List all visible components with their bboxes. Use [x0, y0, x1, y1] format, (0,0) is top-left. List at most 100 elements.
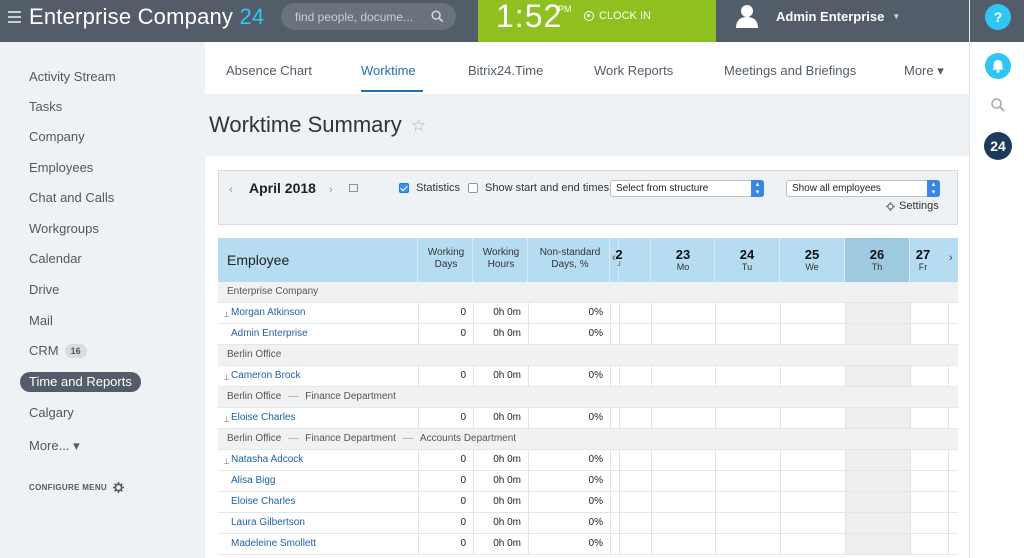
day-header-26: 26 — [869, 247, 885, 262]
bell-icon — [992, 60, 1004, 73]
table-row: Alisa Bigg 0 0h 0m 0% — [218, 471, 958, 492]
search-icon[interactable] — [990, 97, 1006, 113]
table-header: Employee Working Days Working Hours Non-… — [218, 238, 958, 282]
next-month-button[interactable]: › — [329, 184, 333, 196]
tab-absence-chart[interactable]: Absence Chart — [226, 63, 312, 78]
month-label: April 2018 — [249, 180, 316, 196]
sidebar: Activity Stream Tasks Company Employees … — [0, 42, 205, 558]
working-days-cell: 0 — [418, 513, 473, 533]
working-days-cell: 0 — [418, 408, 473, 428]
gear-icon — [886, 201, 895, 211]
table-row: ⊥ Morgan Atkinson 0 0h 0m 0% — [218, 303, 958, 324]
day-header-24: 24 — [739, 247, 755, 262]
right-panel: ? 24 — [969, 0, 1024, 558]
brand-logo[interactable]: Enterprise Company 24 — [29, 4, 264, 30]
tab-meetings-and-briefings[interactable]: Meetings and Briefings — [724, 63, 856, 78]
nonstandard-cell: 0% — [528, 408, 610, 428]
working-hours-cell: 0h 0m — [473, 534, 528, 554]
working-days-cell: 0 — [418, 450, 473, 470]
user-menu[interactable]: Admin Enterprise ▼ — [736, 3, 900, 29]
settings-button[interactable]: Settings — [886, 200, 939, 212]
day-name-fr: Fr — [918, 262, 928, 272]
clock-in-icon — [584, 11, 594, 21]
configure-menu-button[interactable]: CONFIGURE MENU — [29, 482, 124, 493]
chevron-down-icon: ▼ — [892, 11, 901, 21]
sidebar-item-tasks[interactable]: Tasks — [29, 97, 62, 117]
sidebar-item-more[interactable]: More... ▾ — [29, 436, 80, 456]
sidebar-item-time-and-reports[interactable]: Time and Reports — [20, 372, 141, 392]
pin-icon: ⊥ — [223, 310, 230, 319]
day-header-partial: 2 — [615, 247, 623, 262]
prev-month-button[interactable]: ‹ — [229, 184, 233, 196]
sidebar-item-calendar[interactable]: Calendar — [29, 249, 82, 269]
bitrix24-button[interactable]: 24 — [984, 132, 1012, 160]
sidebar-item-activity-stream[interactable]: Activity Stream — [29, 67, 116, 87]
working-hours-cell: 0h 0m — [473, 450, 528, 470]
select-arrows-icon: ▴ ▾ — [751, 180, 764, 197]
tab-bitrix24-time[interactable]: Bitrix24.Time — [468, 63, 543, 78]
structure-select[interactable]: Select from structure ▴ ▾ — [610, 180, 764, 197]
star-icon[interactable]: ☆ — [411, 116, 426, 136]
working-hours-cell: 0h 0m — [473, 303, 528, 323]
working-days-cell: 0 — [418, 303, 473, 323]
gear-icon — [112, 482, 124, 493]
employees-select[interactable]: Show all employees ▴ ▾ — [786, 180, 940, 197]
show-times-checkbox[interactable] — [468, 183, 478, 193]
sidebar-item-calgary[interactable]: Calgary — [29, 403, 74, 423]
user-avatar-icon — [736, 5, 758, 28]
search-input[interactable] — [295, 8, 425, 25]
notifications-button[interactable] — [985, 53, 1011, 79]
table-row: Admin Enterprise 0 0h 0m 0% — [218, 324, 958, 345]
nonstandard-cell: 0% — [528, 450, 610, 470]
nonstandard-cell: 0% — [528, 366, 610, 386]
day-name-mo: Mo — [676, 262, 690, 272]
nonstandard-cell: 0% — [528, 534, 610, 554]
top-bar: Enterprise Company 24 1:52 PM CLOCK IN A… — [0, 0, 1024, 42]
clock-widget[interactable]: 1:52 PM CLOCK IN — [478, 0, 716, 42]
calendar-icon[interactable] — [349, 184, 358, 192]
menu-icon[interactable] — [8, 11, 21, 23]
employee-link[interactable]: Natasha Adcock — [231, 454, 303, 465]
tab-worktime[interactable]: Worktime — [361, 63, 416, 78]
column-header-nonstandard-days: Non-standard Days, % — [539, 247, 601, 270]
help-button[interactable]: ? — [985, 4, 1011, 30]
sidebar-item-drive[interactable]: Drive — [29, 280, 59, 300]
employee-link[interactable]: Cameron Brock — [231, 370, 300, 381]
sidebar-item-crm[interactable]: CRM 16 — [29, 341, 87, 361]
employee-link[interactable]: Morgan Atkinson — [231, 307, 306, 318]
day-name-we: We — [805, 262, 819, 272]
sidebar-item-workgroups[interactable]: Workgroups — [29, 219, 99, 239]
sidebar-item-mail[interactable]: Mail — [29, 311, 53, 331]
employee-link[interactable]: Admin Enterprise — [231, 328, 308, 339]
nonstandard-cell: 0% — [528, 324, 610, 344]
employee-link[interactable]: Eloise Charles — [231, 496, 295, 507]
working-hours-cell: 0h 0m — [473, 513, 528, 533]
day-header-27: 27 — [915, 247, 931, 262]
working-hours-cell: 0h 0m — [473, 408, 528, 428]
show-times-label: Show start and end times — [485, 182, 610, 194]
clock-in-button[interactable]: CLOCK IN — [584, 10, 651, 22]
statistics-checkbox[interactable] — [399, 183, 409, 193]
scroll-right-arrow[interactable]: › — [949, 252, 953, 264]
employee-link[interactable]: Madeleine Smollett — [231, 538, 316, 549]
search-icon[interactable] — [431, 10, 444, 23]
table-row: ⊥ Cameron Brock 0 0h 0m 0% — [218, 366, 958, 387]
working-days-cell: 0 — [418, 324, 473, 344]
sidebar-item-company[interactable]: Company — [29, 127, 85, 147]
sidebar-item-chat-and-calls[interactable]: Chat and Calls — [29, 188, 114, 208]
group-row: Berlin Office — Finance Department — [218, 387, 958, 408]
employee-link[interactable]: Laura Gilbertson — [231, 517, 305, 528]
group-row: Berlin Office — [218, 345, 958, 366]
tab-work-reports[interactable]: Work Reports — [594, 63, 673, 78]
select-arrows-icon: ▴ ▾ — [927, 180, 940, 197]
working-hours-cell: 0h 0m — [473, 366, 528, 386]
employee-link[interactable]: Eloise Charles — [231, 412, 295, 423]
active-tab-indicator — [361, 90, 423, 92]
pin-icon: ⊥ — [223, 373, 230, 382]
working-hours-cell: 0h 0m — [473, 324, 528, 344]
sidebar-item-employees[interactable]: Employees — [29, 158, 93, 178]
tab-more[interactable]: More ▾ — [904, 63, 944, 79]
search-box[interactable] — [281, 3, 456, 30]
clock-ampm: PM — [558, 4, 572, 14]
employee-link[interactable]: Alisa Bigg — [231, 475, 275, 486]
